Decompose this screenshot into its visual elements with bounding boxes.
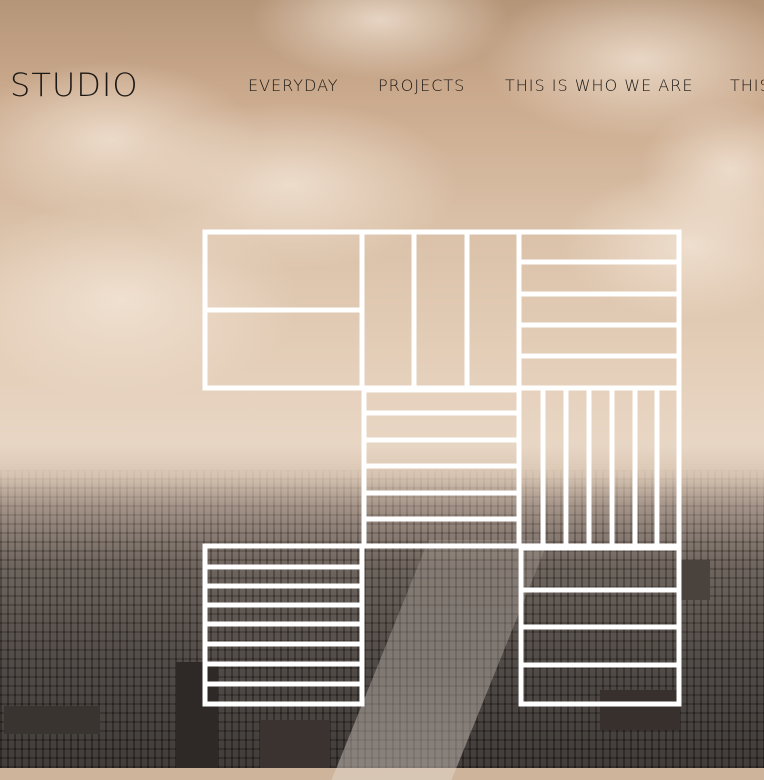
grid-logo-mark (202, 229, 682, 707)
